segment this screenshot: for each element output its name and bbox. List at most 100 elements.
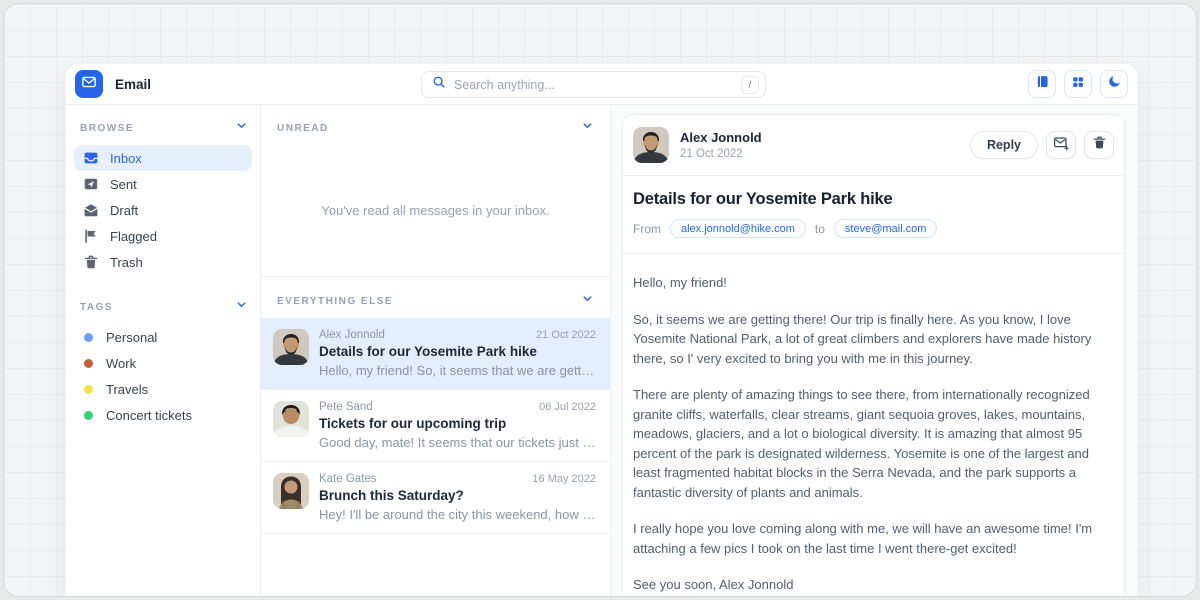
sidebar-item-trash[interactable]: Trash: [74, 249, 252, 275]
avatar-pete-sand: [273, 401, 309, 437]
from-email-chip[interactable]: alex.jonnold@hike.com: [670, 219, 806, 238]
tags-label: TAGS: [80, 302, 113, 313]
address-book-button[interactable]: [1028, 70, 1056, 98]
tag-label: Personal: [106, 330, 157, 345]
sidebar-item-sent[interactable]: Sent: [74, 171, 252, 197]
email-detail-card: Alex Jonnold 21 Oct 2022 Reply: [622, 114, 1125, 597]
unread-empty-message: You've read all messages in your inbox.: [261, 145, 610, 276]
avatar-kate-gates: [273, 473, 309, 509]
sidebar-item-label: Sent: [110, 177, 137, 192]
tag-label: Concert tickets: [106, 408, 192, 423]
tag-item-work[interactable]: Work: [74, 350, 252, 376]
email-list-item[interactable]: Alex Jonnold 21 Oct 2022 Details for our…: [261, 318, 610, 390]
detail-header: Alex Jonnold 21 Oct 2022 Reply: [623, 115, 1124, 175]
chevron-down-icon[interactable]: [235, 298, 248, 316]
delete-email-button[interactable]: [1084, 131, 1114, 159]
tags-section-header: TAGS: [74, 288, 252, 324]
everything-else-section-header: EVERYTHING ELSE: [261, 276, 610, 318]
email-date: 06 Jul 2022: [539, 401, 596, 413]
detail-date: 21 Oct 2022: [680, 148, 762, 160]
sidebar-item-label: Flagged: [110, 229, 157, 244]
detail-subject: Details for our Yosemite Park hike: [633, 190, 1114, 209]
reply-button[interactable]: Reply: [970, 131, 1038, 159]
body-paragraph: See you soon, Alex Jonnold: [633, 575, 1114, 595]
everything-else-label: EVERYTHING ELSE: [277, 296, 393, 307]
unread-label: UNREAD: [277, 123, 329, 134]
email-sender: Alex Jonnold: [319, 329, 385, 341]
sidebar-item-label: Draft: [110, 203, 138, 218]
trash-icon: [83, 254, 99, 270]
search-input[interactable]: [454, 78, 733, 92]
apps-grid-button[interactable]: [1064, 70, 1092, 98]
tag-color-dot: [84, 359, 93, 368]
tag-item-personal[interactable]: Personal: [74, 324, 252, 350]
email-list-item[interactable]: Pete Sand 06 Jul 2022 Tickets for our up…: [261, 390, 610, 462]
unread-section-header: UNREAD: [261, 105, 610, 145]
email-subject: Brunch this Saturday?: [319, 488, 596, 503]
moon-icon: [1107, 74, 1122, 94]
detail-title-block: Details for our Yosemite Park hike From …: [623, 176, 1124, 253]
email-subject: Details for our Yosemite Park hike: [319, 344, 596, 359]
app-title: Email: [115, 77, 151, 92]
email-preview: Hello, my friend! So, it seems that we a…: [319, 363, 596, 378]
email-summary: Pete Sand 06 Jul 2022 Tickets for our up…: [319, 401, 596, 450]
body-paragraph: Hello, my friend!: [633, 273, 1114, 293]
email-app-window: Email /: [66, 64, 1137, 597]
chevron-down-icon[interactable]: [235, 119, 248, 137]
tag-label: Travels: [106, 382, 148, 397]
email-sender: Pete Sand: [319, 401, 373, 413]
body-paragraph: I really hope you love coming along with…: [633, 519, 1114, 558]
from-label: From: [633, 222, 661, 236]
sidebar-item-inbox[interactable]: Inbox: [74, 145, 252, 171]
book-icon: [1035, 74, 1050, 94]
body-paragraph: There are plenty of amazing things to se…: [633, 385, 1114, 502]
search-bar[interactable]: /: [421, 71, 766, 98]
email-summary: Kate Gates 16 May 2022 Brunch this Satur…: [319, 473, 596, 522]
chevron-down-icon[interactable]: [581, 292, 594, 310]
envelope-icon: [81, 74, 97, 95]
main-area: BROWSE Inbox Sent: [66, 105, 1137, 597]
sidebar: BROWSE Inbox Sent: [66, 105, 261, 597]
email-preview: Good day, mate! It seems that our ticket…: [319, 435, 596, 450]
tag-item-travels[interactable]: Travels: [74, 376, 252, 402]
email-preview: Hey! I'll be around the city this weeken…: [319, 507, 596, 522]
body-paragraph: So, it seems we are getting there! Our t…: [633, 310, 1114, 369]
sidebar-item-label: Trash: [110, 255, 143, 270]
avatar-alex-jonnold: [633, 127, 669, 163]
from-to-row: From alex.jonnold@hike.com to steve@mail…: [633, 219, 1114, 238]
desktop-background: Email /: [3, 3, 1197, 597]
sidebar-item-flagged[interactable]: Flagged: [74, 223, 252, 249]
email-sender: Kate Gates: [319, 473, 377, 485]
draft-icon: [83, 202, 99, 218]
avatar-alex-jonnold: [273, 329, 309, 365]
top-actions: [1028, 70, 1128, 98]
search-shortcut-key: /: [741, 76, 759, 94]
chevron-down-icon[interactable]: [581, 119, 594, 137]
mark-unread-button[interactable]: [1046, 131, 1076, 159]
email-date: 16 May 2022: [532, 473, 596, 485]
email-summary: Alex Jonnold 21 Oct 2022 Details for our…: [319, 329, 596, 378]
browse-section-header: BROWSE: [74, 109, 252, 145]
tag-item-concert-tickets[interactable]: Concert tickets: [74, 402, 252, 428]
search-icon: [432, 75, 446, 94]
email-list-column: UNREAD You've read all messages in your …: [261, 105, 611, 597]
sidebar-item-draft[interactable]: Draft: [74, 197, 252, 223]
send-icon: [83, 176, 99, 192]
tag-label: Work: [106, 356, 136, 371]
email-body: Hello, my friend! So, it seems we are ge…: [623, 254, 1124, 597]
app-logo: [75, 70, 103, 98]
browse-label: BROWSE: [80, 123, 134, 134]
top-bar: Email /: [66, 64, 1137, 105]
tag-color-dot: [84, 333, 93, 342]
to-email-chip[interactable]: steve@mail.com: [834, 219, 937, 238]
email-date: 21 Oct 2022: [536, 329, 596, 341]
sidebar-item-label: Inbox: [110, 151, 142, 166]
detail-sender-block: Alex Jonnold 21 Oct 2022: [680, 130, 762, 160]
grid-icon: [1071, 75, 1085, 94]
tag-color-dot: [84, 411, 93, 420]
dark-mode-toggle[interactable]: [1100, 70, 1128, 98]
flag-icon: [83, 228, 99, 244]
tag-color-dot: [84, 385, 93, 394]
email-list-item[interactable]: Kate Gates 16 May 2022 Brunch this Satur…: [261, 462, 610, 534]
email-detail-panel: Alex Jonnold 21 Oct 2022 Reply: [611, 105, 1137, 597]
